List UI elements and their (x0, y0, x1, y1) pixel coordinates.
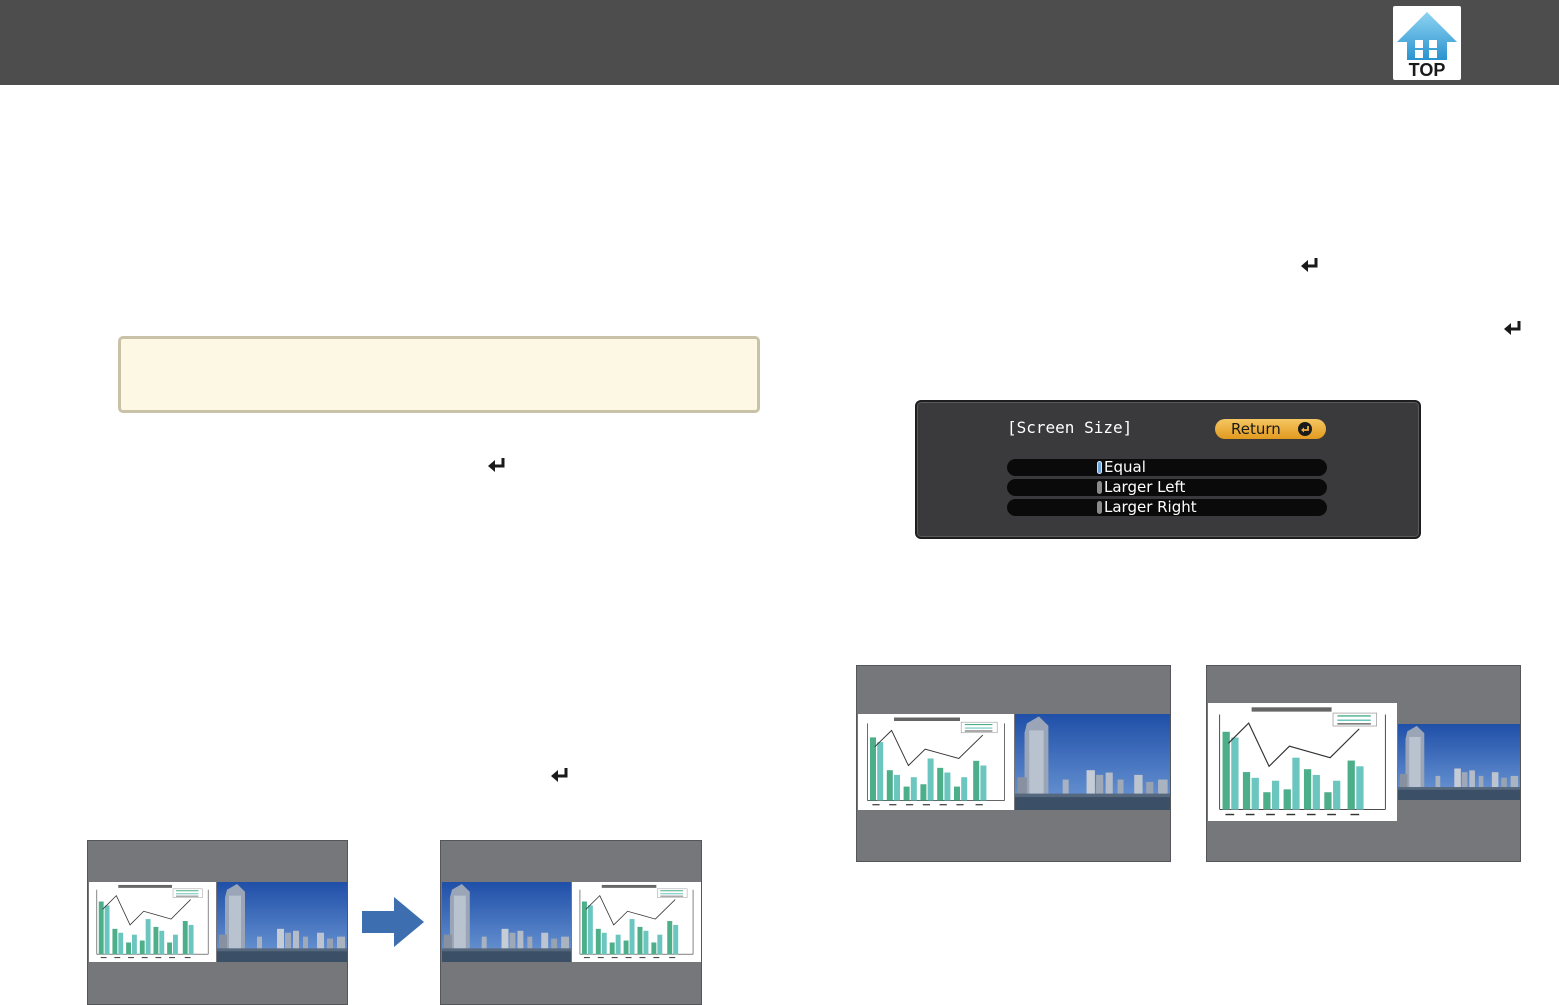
radio-icon (1097, 501, 1102, 514)
option-larger-right[interactable]: Larger Right (1007, 498, 1327, 516)
enter-icon (1299, 256, 1321, 276)
split-screen-thumbnail (1206, 665, 1521, 862)
split-screen-thumbnail (87, 840, 348, 1005)
header-bar (0, 0, 1559, 85)
split-screen-thumbnail (856, 665, 1171, 862)
city-photo (442, 882, 571, 962)
enter-icon (549, 766, 571, 786)
chart-illustration (89, 882, 216, 962)
return-button[interactable]: Return (1215, 419, 1326, 439)
radio-icon (1097, 481, 1102, 494)
chart-illustration (858, 714, 1014, 810)
screen-size-menu: [Screen Size] Return Equal Larger Left L… (915, 400, 1421, 539)
option-label: Larger Right (1104, 498, 1197, 516)
city-photo (1398, 724, 1520, 800)
option-larger-left[interactable]: Larger Left (1007, 478, 1327, 496)
note-box (118, 336, 760, 413)
right-arrow-icon (362, 897, 424, 952)
city-photo (1015, 714, 1170, 810)
menu-title: [Screen Size] (1007, 418, 1133, 437)
chart-illustration (572, 882, 701, 962)
top-page-link[interactable]: TOP (1393, 6, 1461, 80)
enter-icon (1502, 319, 1524, 339)
radio-selected-icon (1097, 461, 1102, 474)
return-label: Return (1231, 420, 1281, 438)
option-equal[interactable]: Equal (1007, 458, 1327, 476)
chart-illustration (1208, 703, 1397, 821)
enter-icon (486, 456, 508, 476)
option-label: Equal (1104, 458, 1146, 476)
split-screen-thumbnail (440, 840, 702, 1005)
city-photo (217, 882, 347, 962)
top-label: TOP (1408, 60, 1446, 80)
enter-icon (1298, 422, 1312, 436)
option-label: Larger Left (1104, 478, 1186, 496)
